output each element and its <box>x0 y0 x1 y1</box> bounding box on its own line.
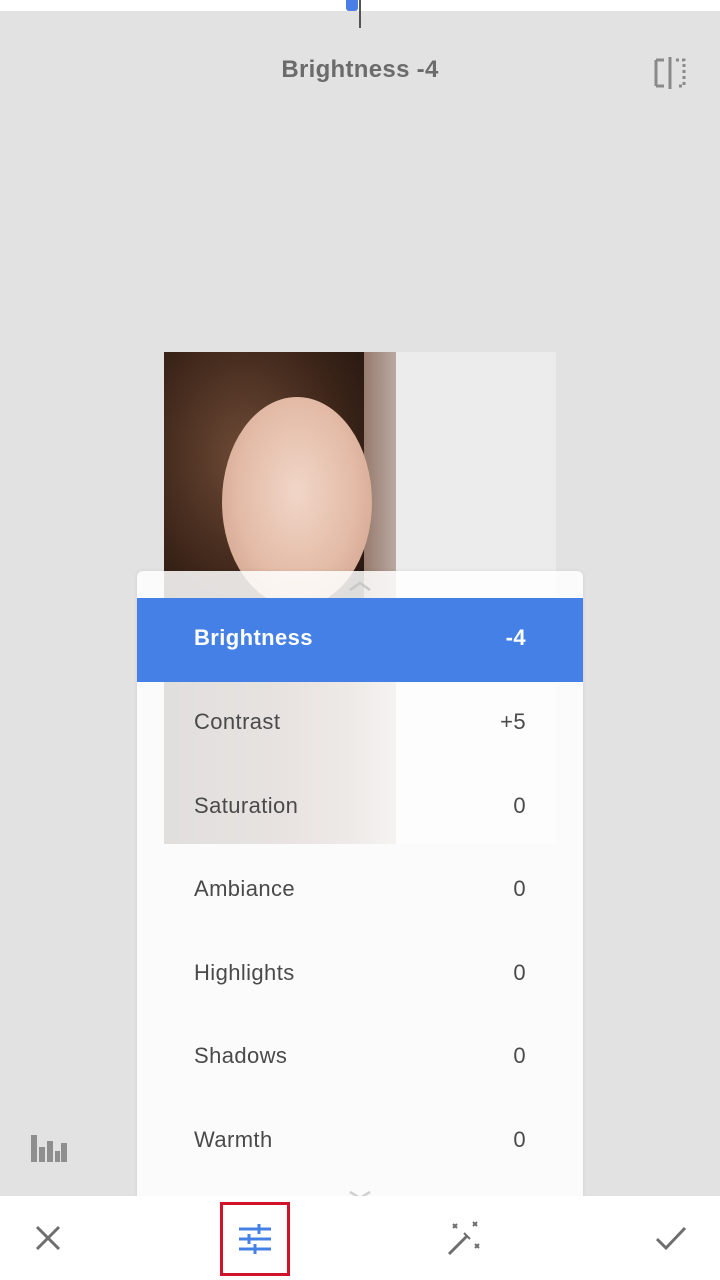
checkmark-icon <box>655 1226 687 1251</box>
adjustment-row-saturation[interactable]: Saturation 0 <box>137 766 583 850</box>
tune-button[interactable] <box>220 1202 290 1276</box>
slider-center-line <box>359 0 361 28</box>
adjustment-row-highlights[interactable]: Highlights 0 <box>137 933 583 1017</box>
adjustment-label: Contrast <box>194 709 281 734</box>
adjustment-row-brightness[interactable]: Brightness -4 <box>137 598 583 682</box>
adjustment-value: -4 <box>505 625 526 650</box>
histogram-icon[interactable] <box>30 1133 68 1163</box>
adjustment-label: Brightness <box>194 625 313 650</box>
value-slider-indicator[interactable] <box>346 0 361 28</box>
compare-icon[interactable] <box>652 56 688 90</box>
adjustment-value: 0 <box>513 876 526 901</box>
adjustment-row-shadows[interactable]: Shadows 0 <box>137 1016 583 1100</box>
adjustment-label: Ambiance <box>194 876 296 901</box>
auto-adjust-button[interactable] <box>428 1196 498 1280</box>
sliders-icon <box>239 1224 271 1254</box>
chevron-up-icon[interactable] <box>345 579 375 593</box>
cancel-button[interactable] <box>13 1196 83 1280</box>
adjustment-label: Highlights <box>194 960 295 985</box>
adjustment-value: +5 <box>500 709 526 734</box>
adjustment-label: Warmth <box>194 1127 273 1152</box>
adjustment-label: Saturation <box>194 793 299 818</box>
adjustment-label: Shadows <box>194 1043 288 1068</box>
slider-knob[interactable] <box>346 0 358 11</box>
adjustment-row-contrast[interactable]: Contrast +5 <box>137 682 583 766</box>
apply-button[interactable] <box>636 1196 706 1280</box>
magic-wand-icon <box>447 1221 480 1256</box>
adjustments-menu: Brightness -4 Contrast +5 Saturation 0 A… <box>137 571 583 1200</box>
adjustment-row-warmth[interactable]: Warmth 0 <box>137 1100 583 1184</box>
page-title: Brightness -4 <box>281 56 439 83</box>
adjustment-value: 0 <box>513 1043 526 1068</box>
adjustment-value: 0 <box>513 793 526 818</box>
close-icon <box>35 1225 61 1251</box>
adjustment-value: 0 <box>513 960 526 985</box>
adjustment-row-ambiance[interactable]: Ambiance 0 <box>137 849 583 933</box>
bottom-toolbar <box>0 1196 720 1280</box>
adjustment-value: 0 <box>513 1127 526 1152</box>
